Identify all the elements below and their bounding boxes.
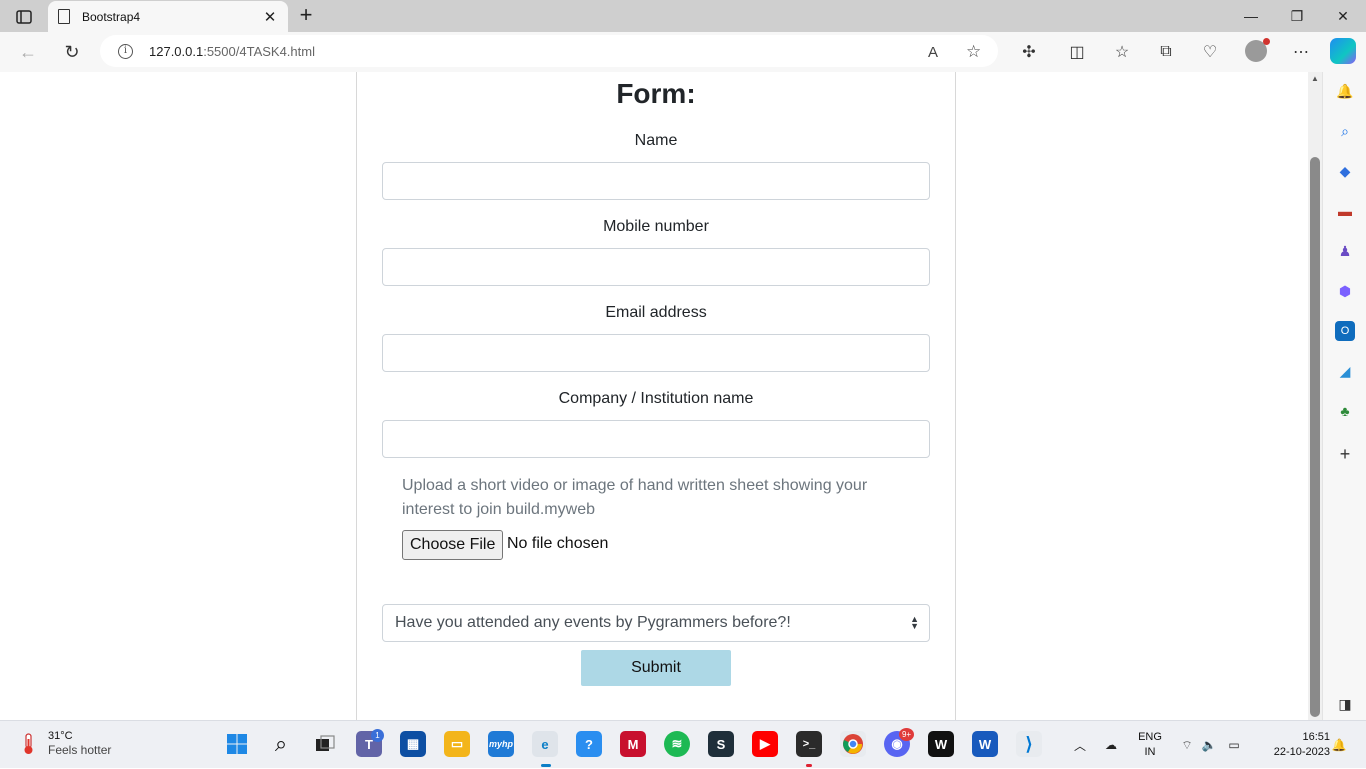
volume-icon[interactable]: 🔈 bbox=[1200, 721, 1218, 769]
new-tab-button[interactable]: + bbox=[294, 4, 318, 28]
active-tab[interactable]: Bootstrap4 ✕ bbox=[48, 1, 288, 32]
warp-icon[interactable]: W bbox=[928, 731, 954, 757]
word-icon[interactable]: W bbox=[972, 731, 998, 757]
hide-sidebar-icon[interactable]: ◨ bbox=[1335, 694, 1355, 714]
name-input[interactable] bbox=[382, 162, 930, 200]
tab-title: Bootstrap4 bbox=[82, 9, 141, 24]
terminal-indicator bbox=[806, 764, 812, 767]
teams-badge: 1 bbox=[371, 729, 384, 742]
edge-icon[interactable]: e bbox=[532, 731, 558, 757]
weather-widget[interactable]: 31°C Feels hotter bbox=[18, 729, 111, 758]
spotify-icon[interactable]: ≋ bbox=[664, 731, 690, 757]
tab-close-icon[interactable]: ✕ bbox=[262, 8, 278, 26]
onedrive-cloud-icon[interactable]: ☁ bbox=[1100, 721, 1122, 769]
tools-briefcase-icon[interactable]: ▬ bbox=[1335, 201, 1355, 221]
choose-file-button[interactable]: Choose File bbox=[402, 530, 504, 560]
file-explorer-icon[interactable]: ▭ bbox=[444, 731, 470, 757]
minimize-button[interactable]: — bbox=[1228, 0, 1274, 32]
company-label: Company / Institution name bbox=[558, 390, 754, 407]
system-clock[interactable]: 16:51 22-10-2023 bbox=[1252, 730, 1330, 760]
wifi-icon[interactable]: ⌔ bbox=[1178, 721, 1196, 769]
tray-overflow-chevron-icon[interactable]: ︿ bbox=[1070, 721, 1090, 769]
name-label: Name bbox=[634, 132, 678, 149]
send-drop-icon[interactable]: ◢ bbox=[1335, 361, 1355, 381]
address-bar[interactable]: i 127.0.0.1:5500/4TASK4.html A ☆ bbox=[100, 35, 998, 67]
games-icon[interactable]: ♟ bbox=[1335, 241, 1355, 261]
edge-sidebar: 🔔 ⌕ ◆ ▬ ♟ ⬢ O ◢ ♣ + ◨ bbox=[1322, 72, 1366, 720]
email-input[interactable] bbox=[382, 334, 930, 372]
sublime-icon[interactable]: S bbox=[708, 731, 734, 757]
site-info-icon[interactable]: i bbox=[118, 43, 133, 59]
browser-toolbar: ← ↻ i 127.0.0.1:5500/4TASK4.html A ☆ ✣ ◫… bbox=[0, 32, 1366, 72]
terminal-icon[interactable]: >_ bbox=[796, 731, 822, 757]
email-label: Email address bbox=[605, 304, 707, 321]
refresh-button[interactable]: ↻ bbox=[58, 38, 86, 66]
thermometer-icon bbox=[18, 732, 38, 756]
submit-button[interactable]: Submit bbox=[581, 650, 731, 686]
file-status-text: No file chosen bbox=[507, 535, 609, 552]
discord-badge: 9+ bbox=[899, 728, 914, 741]
scrollbar-thumb[interactable] bbox=[1310, 157, 1320, 717]
weather-temp: 31°C bbox=[48, 730, 73, 742]
close-window-button[interactable]: ✕ bbox=[1320, 0, 1366, 32]
mobile-input[interactable] bbox=[382, 248, 930, 286]
notification-bell-icon[interactable]: 🔔 bbox=[1335, 81, 1355, 101]
favorite-star-icon[interactable]: ☆ bbox=[966, 42, 981, 62]
tab-actions-icon[interactable] bbox=[10, 6, 38, 28]
extensions-icon[interactable]: ✣ bbox=[1017, 40, 1041, 64]
page-icon bbox=[58, 9, 70, 24]
browser-essentials-icon[interactable]: ♡ bbox=[1198, 40, 1222, 64]
edge-active-indicator bbox=[541, 764, 551, 767]
collections-icon[interactable]: ⧉ bbox=[1154, 40, 1178, 64]
weather-desc: Feels hotter bbox=[48, 743, 112, 757]
battery-icon[interactable]: ▭ bbox=[1224, 721, 1244, 769]
search-taskbar-icon[interactable]: ⌕ bbox=[268, 731, 294, 757]
search-icon[interactable]: ⌕ bbox=[1335, 121, 1355, 141]
chrome-icon[interactable] bbox=[840, 731, 866, 757]
form-title: Form: bbox=[616, 78, 696, 109]
start-windows-icon[interactable] bbox=[224, 731, 250, 757]
copilot-icon[interactable] bbox=[1330, 38, 1356, 64]
url-text: 127.0.0.1:5500/4TASK4.html bbox=[149, 43, 315, 59]
store-icon[interactable]: ▦ bbox=[400, 731, 426, 757]
scroll-up-arrow-icon[interactable]: ▲ bbox=[1308, 74, 1322, 88]
split-screen-icon[interactable]: ◫ bbox=[1065, 40, 1089, 64]
shopping-tag-icon[interactable]: ◆ bbox=[1335, 161, 1355, 181]
youtube-icon[interactable]: ▶ bbox=[752, 731, 778, 757]
tree-icon[interactable]: ♣ bbox=[1335, 401, 1355, 421]
favorites-icon[interactable]: ☆ bbox=[1110, 40, 1134, 64]
upload-help-text: Upload a short video or image of hand wr… bbox=[402, 477, 868, 518]
events-select[interactable]: Have you attended any events by Pygramme… bbox=[382, 604, 930, 642]
outlook-icon[interactable]: O bbox=[1335, 321, 1355, 341]
windows-taskbar: 31°C Feels hotter ⌕ T 1 ▦ ▭ myhp e ? M ≋… bbox=[0, 720, 1366, 768]
back-button[interactable]: ← bbox=[14, 38, 42, 66]
events-select-value: Have you attended any events by Pygramme… bbox=[395, 614, 791, 631]
get-help-icon[interactable]: ? bbox=[576, 731, 602, 757]
task-view-icon[interactable] bbox=[312, 731, 338, 757]
mcafee-icon[interactable]: M bbox=[620, 731, 646, 757]
form-container: Form: Name Mobile number Email address C… bbox=[356, 72, 956, 720]
add-sidebar-app-icon[interactable]: + bbox=[1335, 444, 1355, 464]
notifications-bell-icon[interactable]: 🔔 bbox=[1330, 721, 1348, 769]
page-viewport: Form: Name Mobile number Email address C… bbox=[4, 72, 1308, 720]
profile-avatar[interactable] bbox=[1245, 38, 1270, 62]
read-aloud-icon[interactable]: A bbox=[928, 44, 938, 61]
select-caret-icon: ▲ ▼ bbox=[910, 614, 919, 631]
vscode-icon[interactable]: ⟩ bbox=[1016, 731, 1042, 757]
language-indicator[interactable]: ENG IN bbox=[1136, 730, 1164, 760]
restore-button[interactable]: ❐ bbox=[1274, 0, 1320, 32]
more-menu-icon[interactable]: ⋯ bbox=[1289, 40, 1313, 64]
microsoft365-icon[interactable]: ⬢ bbox=[1335, 281, 1355, 301]
mobile-label: Mobile number bbox=[603, 218, 709, 235]
tab-bar: Bootstrap4 ✕ + — ❐ ✕ bbox=[0, 0, 1366, 32]
myhp-icon[interactable]: myhp bbox=[488, 731, 514, 757]
company-input[interactable] bbox=[382, 420, 930, 458]
